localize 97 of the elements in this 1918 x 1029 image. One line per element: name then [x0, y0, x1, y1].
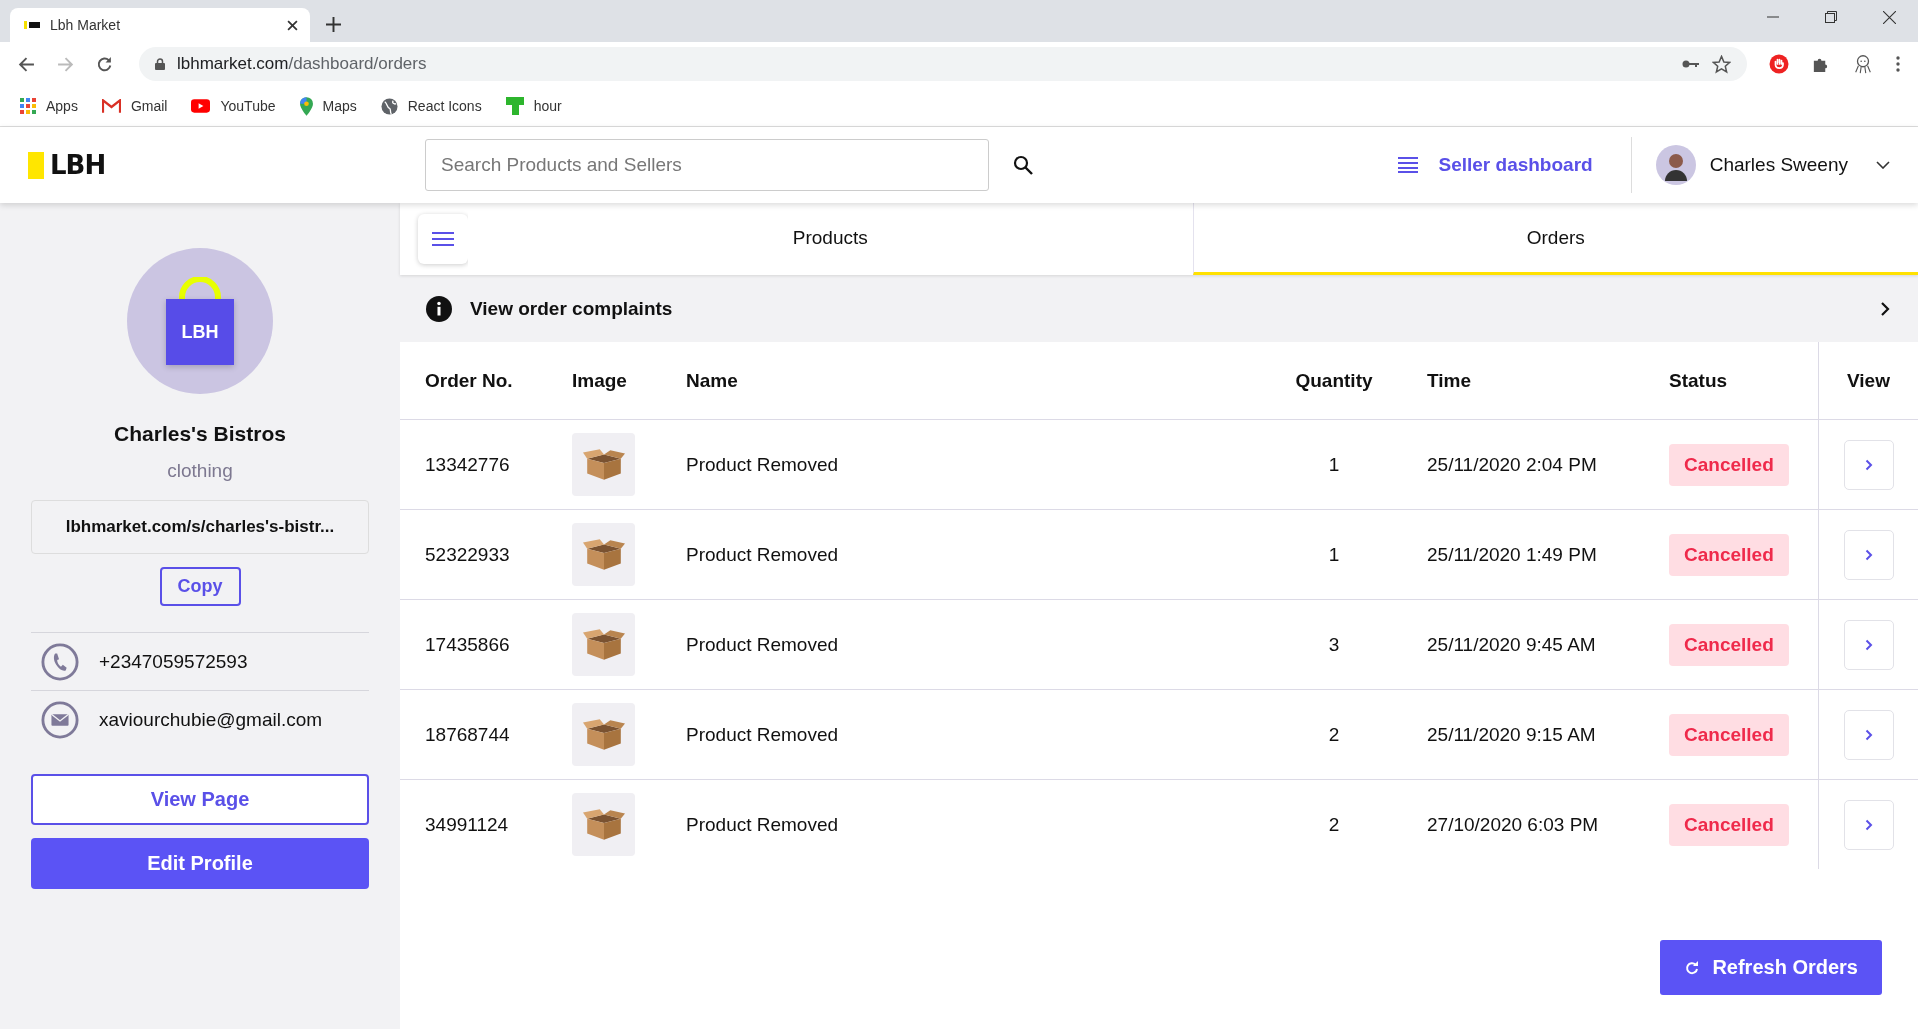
close-icon[interactable]	[287, 19, 298, 31]
phone-number: +2347059572593	[99, 650, 248, 673]
order-number: 34991124	[425, 813, 509, 835]
order-time: 25/11/2020 1:49 PM	[1427, 543, 1597, 565]
restore-icon[interactable]	[1825, 10, 1837, 23]
address-bar[interactable]: lbhmarket.com/dashboard/orders	[139, 47, 1747, 81]
lock-icon	[155, 58, 165, 70]
chevron-right-icon	[1864, 818, 1873, 831]
column-header: Quantity	[1295, 369, 1373, 391]
quantity: 2	[1328, 813, 1340, 835]
view-page-button[interactable]: View Page	[31, 774, 369, 825]
back-icon[interactable]	[18, 55, 35, 73]
edit-profile-button[interactable]: Edit Profile	[31, 838, 369, 889]
store-logo: LBH	[127, 248, 273, 394]
chevron-right-icon	[1864, 728, 1873, 741]
product-name: Product Removed	[686, 813, 839, 835]
order-time: 25/11/2020 9:15 AM	[1427, 723, 1596, 745]
box-thumbnail	[572, 613, 635, 676]
status-badge: Cancelled	[1669, 533, 1789, 576]
store-name: Charles's Bistros	[114, 422, 286, 446]
order-time: 25/11/2020 9:45 AM	[1427, 633, 1596, 655]
search-field[interactable]: Search Products and Sellers	[425, 139, 989, 191]
column-header: Order No.	[425, 369, 513, 391]
status-badge: Cancelled	[1669, 443, 1789, 486]
chevron-right-icon	[1880, 300, 1890, 317]
mail-icon	[41, 700, 79, 739]
star-icon[interactable]	[1712, 54, 1731, 74]
chevron-right-icon	[1864, 638, 1873, 651]
bookmark[interactable]: Apps	[20, 98, 78, 114]
product-name: Product Removed	[686, 633, 839, 655]
quantity: 1	[1328, 543, 1340, 565]
user-menu[interactable]: Charles Sweeny	[1631, 145, 1890, 185]
order-number: 17435866	[425, 633, 510, 655]
list-icon	[1398, 157, 1419, 173]
mail-icon	[101, 99, 121, 113]
bookmark[interactable]: React Icons	[380, 97, 482, 115]
copy-button[interactable]: Copy	[159, 567, 241, 606]
quantity: 1	[1328, 453, 1340, 475]
column-header: Name	[686, 369, 738, 391]
box-thumbnail	[572, 523, 635, 586]
reload-icon[interactable]	[96, 55, 113, 73]
quantity: 2	[1328, 723, 1340, 745]
map-pin-icon	[299, 96, 313, 116]
order-number: 13342776	[425, 453, 510, 475]
chevron-down-icon	[1876, 161, 1890, 169]
chevron-right-icon	[1864, 548, 1873, 561]
status-badge: Cancelled	[1669, 623, 1789, 666]
order-number: 52322933	[425, 543, 510, 565]
grid-icon	[20, 98, 36, 114]
column-header: View	[1847, 369, 1890, 391]
column-header: Image	[572, 369, 627, 391]
box-thumbnail	[572, 703, 635, 766]
menu-icon	[432, 232, 454, 246]
refresh-icon	[1684, 959, 1701, 976]
favicon-icon	[24, 21, 40, 29]
logo[interactable]: LBH	[28, 150, 425, 180]
box-thumbnail	[572, 433, 635, 496]
bar-icon	[505, 97, 524, 115]
order-number: 18768744	[425, 723, 510, 745]
bookmark[interactable]: Gmail	[101, 98, 168, 114]
column-header: Status	[1669, 369, 1728, 391]
key-icon[interactable]	[1682, 59, 1700, 69]
bookmark[interactable]: Maps	[299, 96, 357, 116]
tab[interactable]: Orders	[1192, 203, 1918, 275]
store-category: clothing	[167, 460, 233, 482]
globe-icon	[380, 97, 398, 115]
hand-icon[interactable]	[1769, 54, 1789, 74]
profile-icon[interactable]	[1852, 53, 1874, 75]
avatar-icon	[1655, 145, 1696, 185]
product-name: Product Removed	[686, 453, 839, 475]
box-thumbnail	[572, 793, 635, 856]
email-address: xaviourchubie@gmail.com	[99, 708, 323, 731]
search-icon[interactable]	[1013, 155, 1033, 175]
bookmark[interactable]: hour	[505, 97, 562, 115]
close-icon[interactable]	[1883, 10, 1896, 24]
chevron-right-icon	[1864, 458, 1873, 471]
bookmark[interactable]: YouTube	[191, 98, 276, 114]
refresh-orders-button[interactable]: Refresh Orders	[1660, 940, 1882, 995]
menu-button[interactable]	[418, 214, 468, 264]
status-badge: Cancelled	[1669, 713, 1789, 756]
seller-dashboard-link[interactable]: Seller dashboard	[1398, 137, 1632, 193]
product-name: Product Removed	[686, 543, 839, 565]
order-time: 25/11/2020 2:04 PM	[1427, 453, 1597, 475]
quantity: 3	[1328, 633, 1340, 655]
status-badge: Cancelled	[1669, 803, 1789, 846]
complaints-link[interactable]: View order complaints	[470, 297, 673, 320]
tab[interactable]: Products	[468, 203, 1193, 275]
phone-icon	[41, 642, 79, 681]
column-header: Time	[1427, 369, 1471, 391]
order-time: 27/10/2020 6:03 PM	[1427, 813, 1599, 835]
menu-icon[interactable]	[1896, 56, 1900, 72]
browser-tab[interactable]: Lbh Market	[10, 8, 310, 42]
play-icon	[191, 99, 211, 113]
info-icon	[426, 295, 452, 322]
complaints-bar[interactable]: View order complaints	[400, 275, 1918, 342]
new-tab-icon[interactable]	[326, 17, 341, 32]
product-name: Product Removed	[686, 723, 839, 745]
